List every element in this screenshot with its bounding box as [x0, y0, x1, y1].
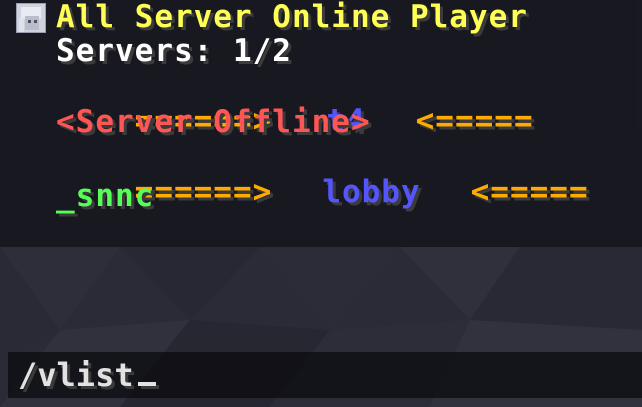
command-input-text[interactable]: /vlist [18, 356, 156, 394]
arrow-left: ======> [134, 174, 273, 210]
arrow-right: <===== [415, 103, 534, 139]
chat-title: All Server Online Player [56, 0, 528, 35]
servers-summary: Servers: 1/2 [56, 33, 292, 69]
server-row-lobby: ======> lobby <===== [56, 141, 589, 209]
chat-panel: All Server Online Player Servers: 1/2 ==… [0, 0, 642, 247]
arrow-right: <===== [470, 174, 589, 210]
player-head-icon [16, 3, 46, 33]
command-input-field[interactable]: /vlist [8, 352, 642, 398]
command-input-value[interactable]: /vlist [18, 356, 134, 394]
server-row-t4: ======> t4 <===== [56, 70, 534, 138]
server-name: lobby [322, 174, 421, 210]
server-offline-status: <Server Offline> [56, 104, 371, 140]
text-caret [137, 382, 156, 386]
player-name: _snnc [56, 178, 155, 214]
